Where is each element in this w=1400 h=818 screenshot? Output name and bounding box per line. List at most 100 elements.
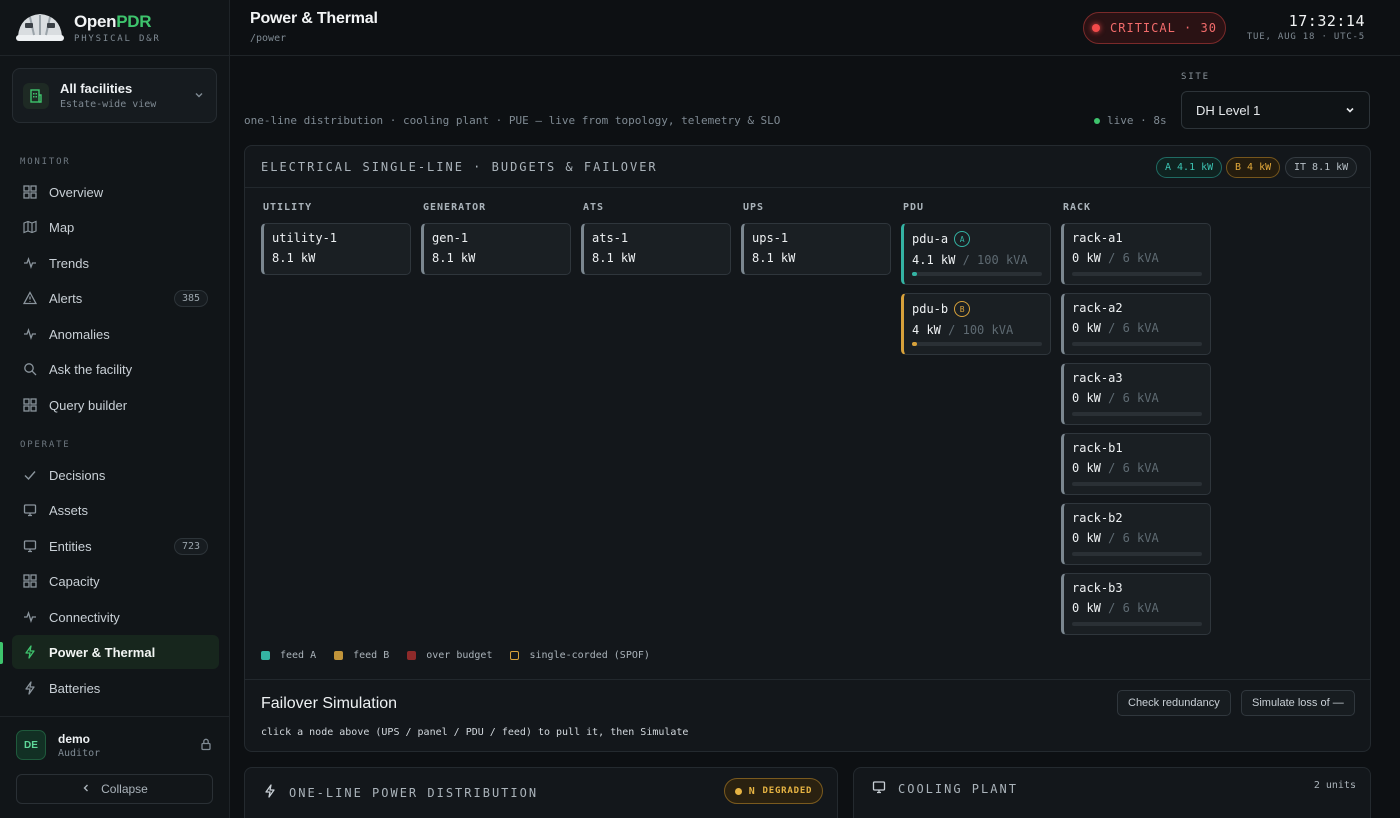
facility-subtitle: Estate-wide view — [60, 99, 157, 110]
node-ups[interactable]: ups-1 8.1 kW — [741, 223, 891, 275]
nav-query-builder[interactable]: Query builder — [12, 388, 219, 422]
node-capacity: / 6 kVA — [1108, 461, 1159, 475]
collapse-button[interactable]: Collapse — [16, 774, 213, 804]
utilization-bar — [1072, 272, 1202, 276]
node-name: rack-a1 — [1072, 231, 1123, 245]
node-value: 8.1 kW — [432, 251, 476, 265]
status-letter: N — [748, 785, 756, 797]
alerts-count-badge: 385 — [173, 289, 208, 307]
site-value: DH Level 1 — [1196, 102, 1261, 118]
section-operate: OPERATE — [20, 440, 71, 450]
brand[interactable]: OpenPDR PHYSICAL D&R — [14, 8, 161, 48]
pulse-icon — [22, 326, 38, 342]
utilization-bar — [1072, 622, 1202, 626]
node-name: rack-a3 — [1072, 371, 1123, 385]
legend-swatch — [510, 651, 520, 660]
node-name: rack-b3 — [1072, 581, 1123, 595]
failover-description: click a node above (UPS / panel / PDU / … — [261, 727, 689, 738]
node-rack-a1[interactable]: rack-a1 0 kW / 6 kVA — [1061, 223, 1211, 285]
nav-trends[interactable]: Trends — [12, 246, 219, 280]
node-pdu-a[interactable]: pdu-a A 4.1 kW / 100 kVA — [901, 223, 1051, 285]
legend-item: feed B — [334, 650, 389, 661]
bolt-icon — [22, 680, 38, 696]
avatar: DE — [16, 730, 46, 760]
nav-capacity[interactable]: Capacity — [12, 564, 219, 598]
user-role: Auditor — [58, 747, 101, 759]
nav-decisions[interactable]: Decisions — [12, 458, 219, 492]
cooling-plant-card: COOLING PLANT 2 units — [853, 767, 1371, 818]
nav-anomalies[interactable]: Anomalies — [12, 317, 219, 351]
entities-count-badge: 723 — [173, 537, 208, 555]
node-capacity: / 100 kVA — [948, 323, 1014, 337]
node-value: 8.1 kW — [752, 251, 796, 265]
legend-item: feed A — [261, 650, 316, 661]
nav-label: Capacity — [49, 573, 100, 589]
node-capacity: / 6 kVA — [1108, 391, 1159, 405]
simulate-button[interactable]: Simulate loss of — — [1241, 690, 1355, 716]
node-name: rack-b2 — [1072, 511, 1123, 525]
live-dot-icon — [1094, 117, 1100, 124]
nav-power-thermal[interactable]: Power & Thermal — [12, 635, 219, 669]
live-status: live · 8s — [1107, 114, 1167, 127]
critical-label: CRITICAL · 30 — [1110, 21, 1217, 35]
node-name: pdu-a — [912, 232, 949, 246]
column-header-ats: ATS — [583, 202, 605, 213]
node-value: 0 kW — [1072, 601, 1101, 615]
node-value: 0 kW — [1072, 251, 1101, 265]
node-rack-b1[interactable]: rack-b1 0 kW / 6 kVA — [1061, 433, 1211, 495]
critical-alerts-badge[interactable]: CRITICAL · 30 — [1083, 12, 1226, 44]
node-rack-b2[interactable]: rack-b2 0 kW / 6 kVA — [1061, 503, 1211, 565]
active-indicator — [0, 642, 3, 664]
page-header: Power & Thermal /power CRITICAL · 30 17:… — [230, 0, 1400, 56]
feed-a-badge: A — [954, 231, 971, 247]
nav-entities[interactable]: Entities 723 — [12, 529, 219, 563]
user-profile[interactable]: DE demo Auditor — [16, 730, 213, 760]
facility-title: All facilities — [60, 81, 133, 96]
bolt-icon — [22, 644, 38, 660]
card-header: COOLING PLANT — [872, 780, 1018, 797]
node-utility[interactable]: utility-1 8.1 kW — [261, 223, 411, 275]
lock-icon[interactable] — [199, 737, 213, 754]
node-pdu-b[interactable]: pdu-b B 4 kW / 100 kVA — [901, 293, 1051, 355]
site-select[interactable]: DH Level 1 — [1181, 91, 1370, 129]
node-value: 0 kW — [1072, 531, 1101, 545]
site-label: SITE — [1181, 72, 1210, 82]
nav-label: Trends — [49, 255, 89, 271]
page-subtitle: one-line distribution · cooling plant · … — [244, 114, 781, 127]
divider — [0, 716, 230, 717]
node-name: rack-a2 — [1072, 301, 1123, 315]
pulse-icon — [22, 255, 38, 271]
nav-label: Assets — [49, 502, 89, 518]
nav-ask-the-facility[interactable]: Ask the facility — [12, 352, 219, 386]
card-header: ONE-LINE POWER DISTRIBUTION — [263, 784, 538, 801]
nav-connectivity[interactable]: Connectivity — [12, 600, 219, 634]
panel-header: ELECTRICAL SINGLE-LINE · BUDGETS & FAILO… — [245, 146, 1370, 188]
nav-label: Power & Thermal — [49, 644, 156, 660]
chevron-down-icon — [1345, 103, 1355, 118]
units-count: 2 units — [1313, 780, 1356, 791]
nav-alerts[interactable]: Alerts 385 — [12, 281, 219, 315]
column-header-rack: RACK — [1063, 202, 1092, 213]
nav-assets[interactable]: Assets — [12, 493, 219, 527]
node-value: 0 kW — [1072, 391, 1101, 405]
nav-label: Connectivity — [49, 609, 120, 625]
column-header-ups: UPS — [743, 202, 765, 213]
nav-map[interactable]: Map — [12, 210, 219, 244]
facility-selector[interactable]: All facilities Estate-wide view — [12, 68, 217, 123]
node-rack-a2[interactable]: rack-a2 0 kW / 6 kVA — [1061, 293, 1211, 355]
nav-batteries[interactable]: Batteries — [12, 671, 219, 705]
status-badge: N DEGRADED — [724, 778, 823, 804]
node-rack-a3[interactable]: rack-a3 0 kW / 6 kVA — [1061, 363, 1211, 425]
node-ats[interactable]: ats-1 8.1 kW — [581, 223, 731, 275]
utilization-fill — [912, 342, 918, 346]
node-capacity: / 6 kVA — [1108, 321, 1159, 335]
node-rack-b3[interactable]: rack-b3 0 kW / 6 kVA — [1061, 573, 1211, 635]
node-value: 0 kW — [1072, 321, 1101, 335]
node-generator[interactable]: gen-1 8.1 kW — [421, 223, 571, 275]
clock-time: 17:32:14 — [1288, 12, 1365, 30]
legend-item: over budget — [407, 650, 492, 661]
nav-label: Query builder — [49, 397, 128, 413]
nav-overview[interactable]: Overview — [12, 175, 219, 209]
check-redundancy-button[interactable]: Check redundancy — [1117, 690, 1231, 716]
nav-label: Overview — [49, 184, 104, 200]
